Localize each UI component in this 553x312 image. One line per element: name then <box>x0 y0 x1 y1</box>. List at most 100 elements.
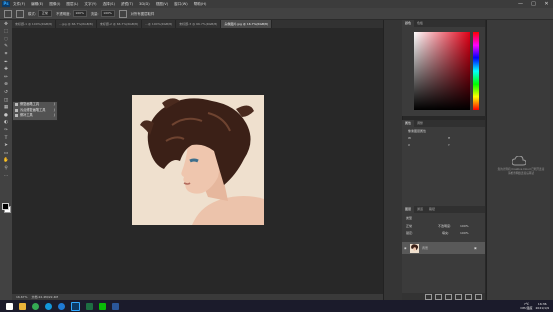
lock-label: 锁定: <box>406 231 414 235</box>
brush-tool-icon[interactable]: ✏ <box>2 75 10 81</box>
clone-stamp-tool-icon[interactable]: ⊕ <box>2 82 10 88</box>
menu-window[interactable]: 窗口(W) <box>174 2 188 7</box>
word-icon[interactable] <box>112 302 119 310</box>
tab-layers[interactable]: 图层 <box>402 206 415 213</box>
qq-icon[interactable] <box>45 302 52 310</box>
dodge-tool-icon[interactable]: ◐ <box>2 120 10 126</box>
layer-kind-filter[interactable]: 类型 <box>406 216 412 220</box>
airbrush-icon[interactable] <box>118 9 127 18</box>
healing-brush-tool-icon[interactable]: ✚ <box>2 67 10 73</box>
tab-channels[interactable]: 通道 <box>414 206 426 213</box>
brush-preset-icon[interactable] <box>16 9 24 18</box>
tab-swatches[interactable]: 色板 <box>414 20 426 27</box>
tab-document-5[interactable]: 未标题-3 @ 66.7%(RGB/8) <box>176 20 222 28</box>
canvas-area[interactable] <box>12 28 383 294</box>
menu-file[interactable]: 文件(F) <box>13 2 25 7</box>
shape-tool-icon[interactable]: ▭ <box>2 151 10 157</box>
layer-row[interactable]: ◉ 背景 ▣ <box>402 242 485 254</box>
excel-icon[interactable] <box>86 302 93 310</box>
system-tray: 7℃ CPU温度 16:36 2021/1/9 <box>517 300 549 312</box>
photoshop-logo-icon[interactable]: Ps <box>2 1 10 7</box>
creative-cloud-icon <box>512 156 526 166</box>
layer-opacity-field[interactable]: 100% <box>460 224 469 228</box>
gradient-tool-icon[interactable]: ▦ <box>2 105 10 111</box>
link-layers-icon[interactable] <box>425 293 432 300</box>
close-button[interactable]: ✕ <box>540 0 553 8</box>
lasso-tool-icon[interactable]: ◌ <box>2 37 10 43</box>
tab-document-3[interactable]: 未标题-2 @ 66.7%(RGB/8) <box>97 20 143 28</box>
color-picker-field[interactable] <box>414 32 470 110</box>
photoshop-icon[interactable] <box>71 301 80 311</box>
path-select-tool-icon[interactable]: ➤ <box>2 143 10 149</box>
zoom-level[interactable]: 16.67% <box>16 295 27 299</box>
menu-edit[interactable]: 编辑(E) <box>31 2 43 7</box>
opacity-label: 不透明度: <box>55 12 71 16</box>
hand-tool-icon[interactable]: ✋ <box>2 158 10 164</box>
type-tool-icon[interactable]: T <box>2 136 10 142</box>
maximize-button[interactable]: □ <box>527 0 540 8</box>
flow-field[interactable]: 100% <box>100 10 115 17</box>
delete-layer-icon[interactable] <box>475 293 482 300</box>
tab-properties[interactable]: 属性 <box>402 120 415 127</box>
eraser-tool-icon[interactable]: ◫ <box>2 98 10 104</box>
quick-select-tool-icon[interactable]: ✎ <box>2 44 10 50</box>
hue-slider[interactable] <box>473 32 479 110</box>
mode-select[interactable]: 正常 <box>37 10 52 17</box>
blur-tool-icon[interactable]: ● <box>2 113 10 119</box>
minimize-button[interactable]: — <box>514 0 527 8</box>
foreground-color-swatch[interactable] <box>2 203 9 210</box>
flow-label: 流量: <box>90 12 99 16</box>
history-brush-tool-icon[interactable]: ↺ <box>2 90 10 96</box>
portrait-photo[interactable] <box>132 95 264 225</box>
more-tools-icon[interactable]: … <box>2 173 10 179</box>
flyout-item-shortcut: J <box>54 113 55 118</box>
layer-name[interactable]: 背景 <box>422 246 428 250</box>
tab-document-active[interactable]: 头像图片.jpg @ 16.7%(RGB/8) <box>221 20 273 28</box>
menu-type[interactable]: 文字(Y) <box>84 2 96 7</box>
cc-message-line2: 请检查网络连接后再试 <box>508 172 534 175</box>
menu-bar: Ps 文件(F) 编辑(E) 图像(I) 图层(L) 文字(Y) 选择(S) 滤… <box>0 0 553 8</box>
menu-view[interactable]: 视图(V) <box>156 2 168 7</box>
pen-tool-icon[interactable]: ✑ <box>2 128 10 134</box>
menu-image[interactable]: 图像(I) <box>49 2 60 7</box>
fill-field[interactable]: 100% <box>460 231 469 235</box>
toolbar: ✥ ⬚ ◌ ✎ ⌗ ✒ ✚ ✏ ⊕ ↺ ◫ ▦ ● ◐ ✑ T ➤ ▭ ✋ ⚲ … <box>0 20 12 300</box>
healing-brush-icon[interactable] <box>4 9 12 18</box>
h-label: H <box>448 136 451 140</box>
tab-color[interactable]: 颜色 <box>402 20 415 27</box>
blend-mode-select[interactable]: 正常 <box>406 224 412 228</box>
start-icon[interactable] <box>6 302 13 310</box>
menu-3d[interactable]: 3D(D) <box>139 2 150 6</box>
file-explorer-icon[interactable] <box>19 302 26 310</box>
wechat-icon[interactable] <box>99 302 106 310</box>
flyout-item-patch[interactable]: 修补工具 J <box>13 113 57 119</box>
spot-healing-icon <box>15 108 18 112</box>
tab-document-1[interactable]: 未标题-1 @ 100%(RGB/8) <box>12 20 57 28</box>
w-label: W <box>408 136 411 140</box>
new-group-icon[interactable] <box>455 293 462 300</box>
edge-icon[interactable] <box>58 302 65 310</box>
clock[interactable]: 16:36 2021/1/9 <box>536 302 549 310</box>
move-tool-icon[interactable]: ✥ <box>2 22 10 28</box>
windows-taskbar: 7℃ CPU温度 16:36 2021/1/9 <box>0 300 553 312</box>
menu-filter[interactable]: 滤镜(T) <box>121 2 133 7</box>
new-layer-icon[interactable] <box>465 293 472 300</box>
zoom-tool-icon[interactable]: ⚲ <box>2 166 10 172</box>
opacity-field[interactable]: 100% <box>72 10 87 17</box>
add-mask-icon[interactable] <box>445 293 452 300</box>
document-size[interactable]: 文档:22.4M/22.4M <box>31 295 58 299</box>
menu-help[interactable]: 帮助(H) <box>194 2 207 7</box>
menu-layer[interactable]: 图层(L) <box>66 2 78 7</box>
tab-document-4[interactable]: ...@ 100%(RGB/8) <box>142 20 177 28</box>
crop-tool-icon[interactable]: ⌗ <box>2 52 10 58</box>
tab-adjustments[interactable]: 调整 <box>414 120 426 127</box>
marquee-tool-icon[interactable]: ⬚ <box>2 29 10 35</box>
eyedropper-tool-icon[interactable]: ✒ <box>2 60 10 66</box>
eye-icon[interactable]: ◉ <box>404 246 407 250</box>
menu-select[interactable]: 选择(S) <box>103 2 115 7</box>
sample-all-layers-option[interactable]: 对所有图层取样 <box>131 11 155 16</box>
tab-paths[interactable]: 路径 <box>426 206 438 213</box>
tab-document-2[interactable]: ...jpg @ 66.7%(RGB/8) <box>56 20 97 28</box>
add-style-icon[interactable] <box>435 293 442 300</box>
chrome-icon[interactable] <box>32 302 39 310</box>
